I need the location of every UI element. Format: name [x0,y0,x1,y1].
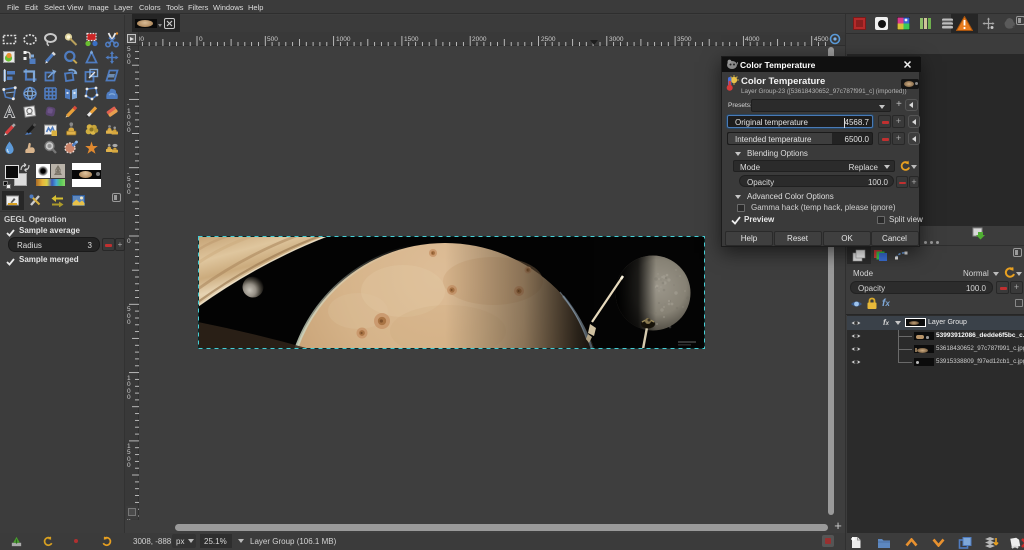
svg-text:1000: 1000 [336,36,351,43]
svg-text:-500: -500 [139,36,144,43]
svg-text:500: 500 [267,36,278,43]
svg-text:0: 0 [127,189,131,196]
svg-text:0: 0 [127,238,131,245]
svg-text:0: 0 [199,36,203,43]
svg-text:4500: 4500 [814,36,829,43]
svg-text:3000: 3000 [609,36,624,43]
svg-text:1500: 1500 [404,36,419,43]
svg-text:5: 5 [127,176,131,183]
svg-text:4000: 4000 [745,36,760,43]
svg-text:0: 0 [127,127,131,134]
svg-text:2000: 2000 [472,36,487,43]
svg-text:0: 0 [127,319,131,326]
svg-text:0: 0 [127,59,131,66]
svg-text:5: 5 [127,449,131,456]
svg-text:0: 0 [127,394,131,401]
svg-text:5: 5 [127,306,131,313]
svg-text:0: 0 [127,462,131,469]
svg-text:5: 5 [127,46,131,53]
svg-text:2500: 2500 [541,36,556,43]
svg-text:0: 0 [127,114,131,121]
svg-text:0: 0 [127,381,131,388]
svg-text:3500: 3500 [677,36,692,43]
svg-text:-: - [127,101,129,108]
